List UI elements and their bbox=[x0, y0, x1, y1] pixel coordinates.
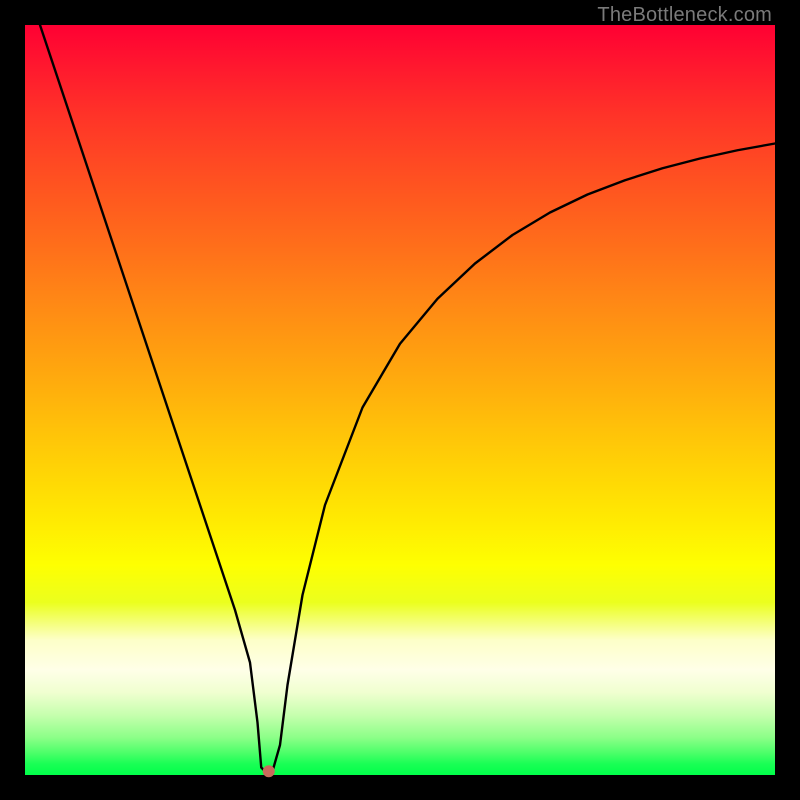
chart-frame: TheBottleneck.com bbox=[0, 0, 800, 800]
watermark-text: TheBottleneck.com bbox=[597, 4, 772, 27]
curve-layer bbox=[25, 25, 775, 775]
bottleneck-curve bbox=[40, 25, 775, 771]
minimum-marker bbox=[263, 765, 275, 777]
plot-area bbox=[25, 25, 775, 775]
